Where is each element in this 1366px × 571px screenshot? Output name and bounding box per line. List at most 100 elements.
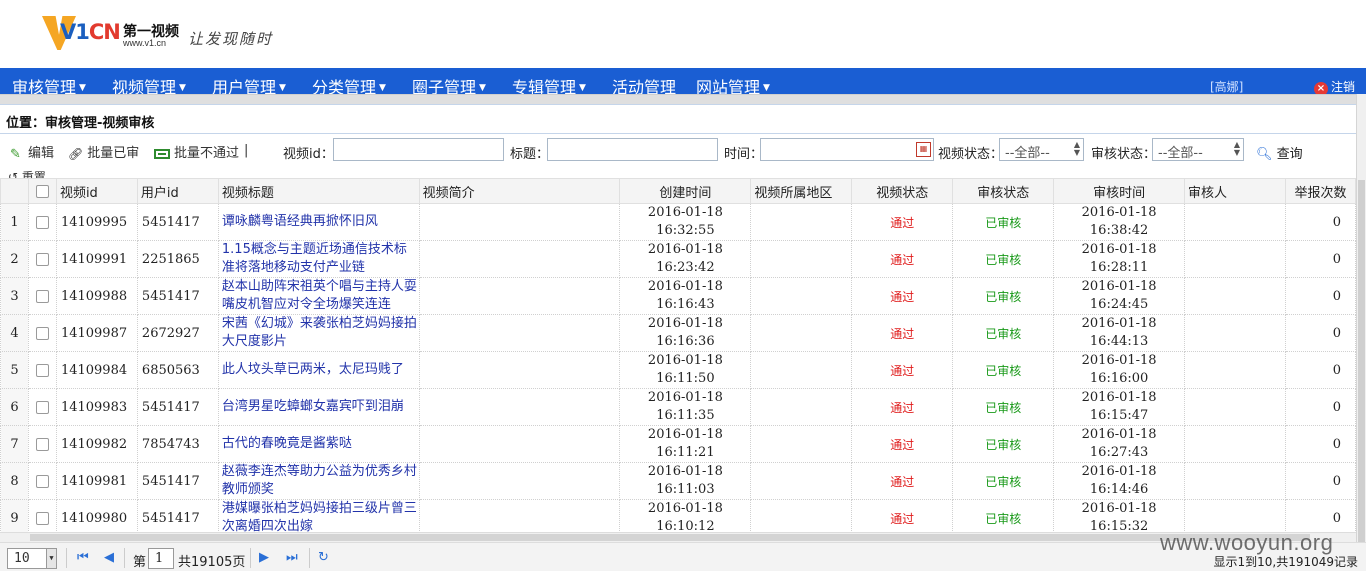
title-input[interactable] <box>547 138 718 161</box>
checkbox[interactable] <box>35 474 49 488</box>
nav-item-1[interactable]: 视频管理 ▼ <box>112 74 186 94</box>
table-header-row: 视频id 用户id 视频标题 视频简介 创建时间 视频所属地区 视频状态 审核状… <box>0 178 1356 204</box>
search-button[interactable]: 🔍︎ 查询 <box>1256 143 1303 162</box>
calendar-icon[interactable]: ▦ <box>916 142 931 157</box>
last-page-icon[interactable]: ⏭ <box>286 550 298 565</box>
cell-video-title-link[interactable]: 赵薇李连杰等助力公益为优秀乡村教师颁奖 <box>217 462 420 500</box>
row-checkbox-cell[interactable] <box>27 499 57 532</box>
cell-user-id: 5451417 <box>136 462 219 500</box>
cell-video-title-link[interactable]: 此人坟头草已两米，太尼玛贱了 <box>217 351 420 389</box>
edit-button-label: 编辑 <box>28 146 55 161</box>
created-clock: 16:11:35 <box>656 408 715 423</box>
first-page-icon[interactable]: ⏮ <box>77 550 89 565</box>
cell-region <box>750 462 853 500</box>
column-header-report-count[interactable]: 举报次数 <box>1284 178 1356 204</box>
refresh-icon[interactable]: ↻ <box>318 550 329 565</box>
site-logo[interactable]: V1CN <box>42 16 121 52</box>
nav-item-3[interactable]: 分类管理 ▼ <box>312 74 386 94</box>
current-page-input[interactable]: 1 <box>148 548 174 569</box>
nav-item-6[interactable]: 活动管理 <box>612 74 676 94</box>
vertical-scrollbar[interactable] <box>1356 94 1366 571</box>
row-checkbox-cell[interactable] <box>27 425 57 463</box>
next-page-icon[interactable]: ▶ <box>259 550 269 565</box>
table-row[interactable]: 1 14109995 5451417 谭咏麟粤语经典再掀怀旧风 2016-01-18 16… <box>0 203 1356 241</box>
cell-review-status: 已审核 <box>952 314 1055 352</box>
edit-button[interactable]: ✎ 编辑 <box>10 142 55 162</box>
logout-button[interactable]: × 注销 <box>1314 78 1355 94</box>
row-checkbox-cell[interactable] <box>27 314 57 352</box>
nav-item-2[interactable]: 用户管理 ▼ <box>212 74 286 94</box>
column-header-video-id[interactable]: 视频id <box>55 178 138 204</box>
nav-item-7[interactable]: 网站管理 ▼ <box>696 74 770 94</box>
column-header-region[interactable]: 视频所属地区 <box>750 178 853 204</box>
checkbox[interactable] <box>35 326 49 340</box>
checkbox[interactable] <box>35 215 49 229</box>
cell-video-title-link[interactable]: 古代的春晚竟是酱紫哒 <box>217 425 420 463</box>
current-user[interactable]: [高娜] <box>1210 78 1243 94</box>
review-status-select[interactable]: --全部-- ▲ ▼ <box>1152 138 1244 161</box>
checkbox[interactable] <box>35 184 49 198</box>
cell-video-id: 14109982 <box>55 425 138 463</box>
column-header-reviewer[interactable]: 审核人 <box>1184 178 1286 204</box>
column-header-created-time[interactable]: 创建时间 <box>619 178 752 204</box>
table-row[interactable]: 4 14109987 2672927 宋茜《幻城》来袭张柏芝妈妈接拍大尺度影片 2016… <box>0 314 1356 352</box>
toolbar-separator: | <box>244 143 249 158</box>
cell-review-time: 2016-01-18 16:44:13 <box>1053 314 1186 352</box>
cell-video-title-link[interactable]: 1.15概念与主题近场通信技术标准将落地移动支付产业链 <box>217 240 420 278</box>
cell-video-title-link[interactable]: 谭咏麟粤语经典再掀怀旧风 <box>217 203 420 241</box>
cell-report-count: 0 <box>1284 388 1356 426</box>
cell-video-title-link[interactable]: 港媒曝张柏芝妈妈接拍三级片曾三次离婚四次出嫁 <box>217 499 420 532</box>
checkbox[interactable] <box>35 252 49 266</box>
row-checkbox-cell[interactable] <box>27 240 57 278</box>
nav-item-5[interactable]: 专辑管理 ▼ <box>512 74 586 94</box>
cell-report-count: 0 <box>1284 351 1356 389</box>
cell-video-title-link[interactable]: 赵本山助阵宋祖英个唱与主持人耍嘴皮机智应对令全场爆笑连连 <box>217 277 420 315</box>
cell-video-title-link[interactable]: 台湾男星吃蟑螂女嘉宾吓到泪崩 <box>217 388 420 426</box>
prev-page-icon[interactable]: ◀ <box>104 550 114 565</box>
horizontal-scroll-thumb[interactable] <box>30 534 1310 541</box>
caret-down-icon: ▼ <box>79 83 86 93</box>
checkbox[interactable] <box>35 511 49 525</box>
table-row[interactable]: 8 14109981 5451417 赵薇李连杰等助力公益为优秀乡村教师颁奖 2016-… <box>0 462 1356 500</box>
table-row[interactable]: 6 14109983 5451417 台湾男星吃蟑螂女嘉宾吓到泪崩 2016-01-18… <box>0 388 1356 426</box>
select-all-checkbox[interactable] <box>27 178 57 204</box>
table-row[interactable]: 2 14109991 2251865 1.15概念与主题近场通信技术标准将落地移动支付… <box>0 240 1356 278</box>
row-checkbox-cell[interactable] <box>27 351 57 389</box>
page-size-select[interactable]: 10 ▼ <box>7 548 57 569</box>
cell-description <box>418 425 621 463</box>
row-checkbox-cell[interactable] <box>27 388 57 426</box>
column-header-review-time[interactable]: 审核时间 <box>1053 178 1186 204</box>
checkbox[interactable] <box>35 289 49 303</box>
nav-item-4[interactable]: 圈子管理 ▼ <box>412 74 486 94</box>
cell-review-status: 已审核 <box>952 203 1055 241</box>
column-header-video-status[interactable]: 视频状态 <box>851 178 954 204</box>
column-header-review-status[interactable]: 审核状态 <box>952 178 1055 204</box>
horizontal-scrollbar[interactable] <box>0 532 1356 542</box>
cell-description <box>418 277 621 315</box>
batch-reject-button[interactable]: 批量不通过 <box>154 142 239 161</box>
column-header-description[interactable]: 视频简介 <box>418 178 621 204</box>
row-checkbox-cell[interactable] <box>27 203 57 241</box>
logo-text: V1CN <box>60 20 121 44</box>
table-row[interactable]: 5 14109984 6850563 此人坟头草已两米，太尼玛贱了 2016-01-18… <box>0 351 1356 389</box>
row-checkbox-cell[interactable] <box>27 462 57 500</box>
checkbox[interactable] <box>35 400 49 414</box>
table-row[interactable]: 7 14109982 7854743 古代的春晚竟是酱紫哒 2016-01-18 16:1… <box>0 425 1356 463</box>
cell-reviewer <box>1184 425 1286 463</box>
vertical-scroll-thumb[interactable] <box>1358 180 1365 571</box>
time-input[interactable]: ▦ <box>760 138 934 161</box>
video-id-input[interactable] <box>333 138 504 161</box>
batch-approve-button[interactable]: 🔗︎ 批量已审 <box>68 142 139 161</box>
checkbox[interactable] <box>35 363 49 377</box>
video-status-select[interactable]: --全部-- ▲ ▼ <box>999 138 1084 161</box>
column-header-title[interactable]: 视频标题 <box>217 178 420 204</box>
watermark: www.wooyun.org <box>1160 530 1334 555</box>
table-row[interactable]: 9 14109980 5451417 港媒曝张柏芝妈妈接拍三级片曾三次离婚四次出嫁 20… <box>0 499 1356 532</box>
row-checkbox-cell[interactable] <box>27 277 57 315</box>
reset-button[interactable]: ↺ 重置 <box>8 168 46 178</box>
nav-item-0[interactable]: 审核管理 ▼ <box>12 74 86 94</box>
column-header-user-id[interactable]: 用户id <box>136 178 219 204</box>
cell-video-title-link[interactable]: 宋茜《幻城》来袭张柏芝妈妈接拍大尺度影片 <box>217 314 420 352</box>
table-row[interactable]: 3 14109988 5451417 赵本山助阵宋祖英个唱与主持人耍嘴皮机智应对令全场… <box>0 277 1356 315</box>
checkbox[interactable] <box>35 437 49 451</box>
